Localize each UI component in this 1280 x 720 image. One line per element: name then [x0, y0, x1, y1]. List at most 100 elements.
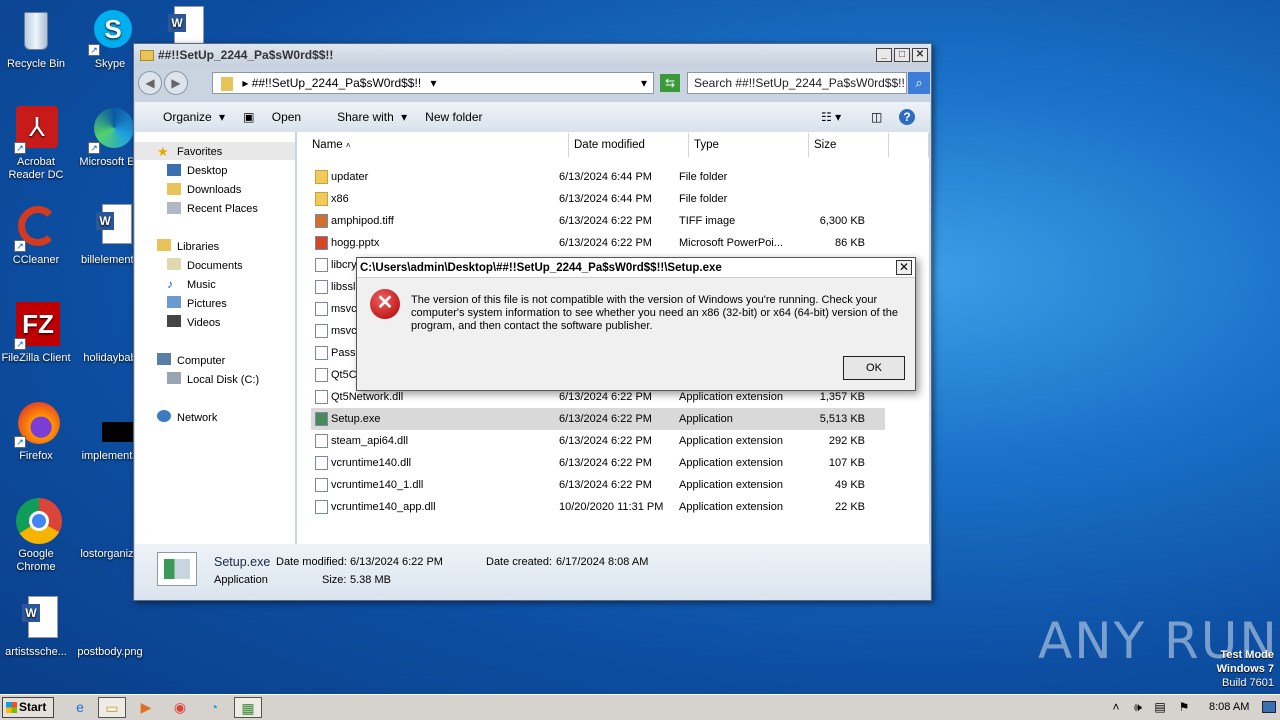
file-row[interactable]: vcruntime140_1.dll 6/13/2024 6:22 PM Appli…	[311, 474, 885, 496]
ok-button[interactable]: OK	[843, 356, 905, 380]
preview-pane-icon[interactable]: ◫	[871, 110, 882, 124]
nav-item-downloads[interactable]: Downloads	[187, 184, 241, 196]
details-created-label: Date created:	[486, 556, 553, 568]
file-row[interactable]: Setup.exe 6/13/2024 6:22 PM Application 5,5…	[311, 408, 885, 430]
minimize-button[interactable]: _	[876, 48, 892, 62]
desktop-icon-label: Firefox	[19, 450, 53, 462]
file-row[interactable]: steam_api64.dll 6/13/2024 6:22 PM Applicat…	[311, 430, 885, 452]
taskbar: Start e ▭ ▶ ◉ ◔ ▦ ˄ 🕪 ▤ ⚑ 8:08 AM	[0, 694, 1280, 720]
column-name-label: Name	[312, 139, 343, 151]
desktop-icon-acrobat[interactable]: ⅄ ↗ Acrobat Reader DC	[0, 106, 74, 182]
file-row[interactable]: amphipod.tiff 6/13/2024 6:22 PM TIFF image…	[311, 210, 885, 232]
file-name: Qt5C	[331, 369, 357, 381]
view-options-icon[interactable]: ☷ ▾	[821, 110, 841, 124]
star-icon: ★	[157, 144, 169, 159]
search-icon[interactable]: ⌕	[908, 72, 930, 94]
file-icon	[315, 368, 328, 382]
recent-places-icon	[167, 202, 181, 214]
address-dropdown-icon[interactable]: ▾	[641, 73, 647, 93]
organize-button[interactable]: Organize ▾	[149, 110, 225, 124]
desktop-icon-label: Microsoft Ed	[79, 156, 141, 168]
dialog-close-button[interactable]: ✕	[896, 260, 912, 275]
nav-item-desktop[interactable]: Desktop	[187, 165, 227, 177]
file-icon	[315, 258, 328, 272]
nav-item-recent-places[interactable]: Recent Places	[187, 203, 258, 215]
search-input[interactable]: Search ##!!SetUp_2244_Pa$sW0rd$$!!	[687, 72, 907, 94]
nav-libraries[interactable]: Libraries	[177, 241, 219, 253]
share-with-label: Share with	[337, 110, 394, 124]
desktop-icon-recycle-bin[interactable]: Recycle Bin	[0, 8, 74, 71]
close-button[interactable]: ✕	[912, 48, 928, 62]
desktop-icon-postbody[interactable]: postbody.png	[72, 596, 148, 659]
file-icon	[315, 280, 328, 294]
share-with-button[interactable]: Share with ▾	[323, 110, 407, 124]
file-icon	[315, 236, 328, 250]
file-row[interactable]: vcruntime140.dll 6/13/2024 6:22 PM Applica…	[311, 452, 885, 474]
chevron-down-icon[interactable]: ▾	[431, 76, 437, 90]
test-mode-label: Test Mode	[1220, 649, 1274, 661]
address-bar[interactable]: ▸ ##!!SetUp_2244_Pa$sW0rd$$!! ▾ ▾	[212, 72, 654, 94]
navigation-pane: ★ Favorites Desktop Downloads Recent Pla…	[135, 132, 295, 544]
file-type: Application extension	[679, 479, 783, 491]
action-center-flag-icon[interactable]: ⚑	[1170, 697, 1198, 718]
nav-item-local-disk[interactable]: Local Disk (C:)	[187, 374, 259, 386]
new-folder-button[interactable]: New folder	[425, 110, 482, 124]
open-button[interactable]: ▣ Open	[243, 110, 305, 124]
column-header-extra[interactable]	[889, 133, 929, 157]
explorer-taskbar-icon[interactable]: ▭	[98, 697, 126, 718]
file-name: updater	[331, 171, 369, 183]
file-icon	[315, 434, 328, 448]
column-header-date[interactable]: Date modified	[569, 133, 689, 157]
window-titlebar[interactable]: ##!!SetUp_2244_Pa$sW0rd$$!! _ □ ✕	[134, 44, 931, 66]
file-row[interactable]: hogg.pptx 6/13/2024 6:22 PM Microsoft Powe…	[311, 232, 885, 254]
column-header-name[interactable]: Name ˄	[307, 133, 569, 157]
desktop-icon-ccleaner[interactable]: ↗ CCleaner	[0, 204, 74, 267]
refresh-icon[interactable]: ⇆	[660, 74, 680, 92]
help-icon[interactable]: ?	[899, 109, 915, 125]
desktop-icon-label: implementa	[81, 450, 139, 462]
details-size: 5.38 MB	[350, 574, 391, 586]
forward-button[interactable]: ▶	[164, 71, 188, 95]
file-icon	[315, 214, 328, 228]
nav-network[interactable]: Network	[177, 412, 217, 424]
desktop-icon-label: postbody.png	[77, 646, 143, 658]
file-icon	[315, 302, 328, 316]
desktop-icon-label: billelements	[80, 254, 140, 266]
desktop-icon-filezilla[interactable]: FZ ↗ FileZilla Client	[0, 302, 74, 365]
nav-item-documents[interactable]: Documents	[187, 260, 243, 272]
breadcrumb-chevron-icon: ▸	[242, 76, 252, 90]
file-type: File folder	[679, 171, 728, 183]
nav-item-pictures[interactable]: Pictures	[187, 298, 227, 310]
file-date: 6/13/2024 6:22 PM	[559, 435, 652, 447]
column-header-type[interactable]: Type	[689, 133, 809, 157]
nav-item-videos[interactable]: Videos	[187, 317, 220, 329]
file-row[interactable]: updater 6/13/2024 6:44 PM File folder	[311, 166, 885, 188]
nav-computer[interactable]: Computer	[177, 355, 225, 367]
show-desktop-button[interactable]	[1262, 701, 1276, 713]
details-modified: 6/13/2024 6:22 PM	[350, 556, 443, 568]
file-row[interactable]: vcruntime140_app.dll 10/20/2020 11:31 PM A…	[311, 496, 885, 518]
file-name: msvc	[331, 325, 357, 337]
chrome-taskbar-icon[interactable]: ◉	[166, 697, 194, 718]
nav-item-music[interactable]: Music	[187, 279, 216, 291]
file-name: libcry	[331, 259, 357, 271]
clock[interactable]: 8:08 AM	[1209, 701, 1249, 713]
start-button[interactable]: Start	[2, 697, 54, 718]
folder-icon	[315, 170, 328, 184]
file-size: 107 KB	[828, 457, 865, 469]
desktop-icon-firefox[interactable]: ↗ Firefox	[0, 400, 74, 463]
back-button[interactable]: ◀	[138, 71, 162, 95]
media-player-taskbar-icon[interactable]: ▶	[132, 697, 160, 718]
computer-icon	[157, 353, 171, 365]
setup-taskbar-icon[interactable]: ▦	[234, 697, 262, 718]
maximize-button[interactable]: □	[894, 48, 910, 62]
nav-favorites[interactable]: Favorites	[177, 146, 222, 158]
edge-taskbar-icon[interactable]: ◔	[200, 697, 228, 718]
ie-taskbar-icon[interactable]: e	[66, 697, 94, 718]
file-date: 6/13/2024 6:22 PM	[559, 237, 652, 249]
column-header-size[interactable]: Size	[809, 133, 889, 157]
desktop-icon-label: Skype	[94, 58, 126, 70]
file-row[interactable]: x86 6/13/2024 6:44 PM File folder	[311, 188, 885, 210]
desktop-icon-artistsschedule[interactable]: W artistssche...	[0, 596, 74, 659]
desktop-icon-chrome[interactable]: Google Chrome	[0, 498, 74, 574]
